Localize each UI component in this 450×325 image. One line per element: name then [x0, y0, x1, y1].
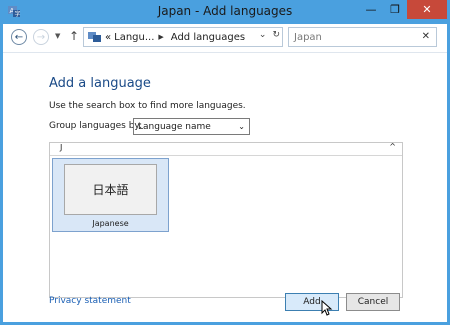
window: A 字 Japan - Add languages — ❐ ✕ ← → ▼ ↑ …: [0, 0, 450, 325]
minimize-button[interactable]: —: [359, 0, 383, 19]
privacy-statement-link[interactable]: Privacy statement: [49, 296, 131, 306]
page-title: Add a language: [49, 76, 151, 91]
title-bar[interactable]: A 字 Japan - Add languages — ❐ ✕: [0, 0, 450, 24]
recent-pages-chevron-icon[interactable]: ▼: [55, 32, 60, 40]
address-dropdown-icon[interactable]: ⌄: [259, 30, 267, 40]
refresh-icon[interactable]: ↻: [272, 30, 280, 40]
up-button[interactable]: ↑: [69, 29, 79, 43]
navigation-bar: ← → ▼ ↑ « Langu... ▶ Add languages ⌄ ↻ J…: [3, 24, 447, 53]
language-native-name: 日本語: [64, 164, 157, 215]
cancel-button[interactable]: Cancel: [346, 293, 400, 311]
page-description: Use the search box to find more language…: [49, 101, 246, 111]
address-bar[interactable]: « Langu... ▶ Add languages ⌄ ↻: [83, 27, 283, 47]
group-by-select[interactable]: Language name ⌄: [133, 118, 250, 135]
language-tile-japanese[interactable]: 日本語 Japanese: [52, 158, 169, 232]
language-name: Japanese: [92, 219, 129, 228]
back-button[interactable]: ←: [11, 29, 27, 45]
group-letter: J: [60, 143, 63, 152]
client-area: ← → ▼ ↑ « Langu... ▶ Add languages ⌄ ↻ J…: [3, 24, 447, 322]
mouse-cursor-icon: [321, 300, 333, 316]
clear-search-icon[interactable]: ✕: [422, 31, 430, 42]
language-list[interactable]: J ^ 日本語 Japanese: [49, 142, 403, 298]
breadcrumb-separator-icon: ▶: [158, 33, 164, 41]
search-input[interactable]: Japan: [294, 32, 322, 43]
close-button[interactable]: ✕: [407, 0, 447, 19]
group-header[interactable]: J ^: [50, 142, 402, 156]
breadcrumb-add-languages[interactable]: Add languages: [171, 32, 245, 43]
forward-button[interactable]: →: [33, 29, 49, 45]
language-folder-icon: [88, 32, 101, 42]
collapse-group-icon[interactable]: ^: [389, 142, 396, 151]
maximize-button[interactable]: ❐: [383, 0, 407, 19]
group-by-label: Group languages by:: [49, 121, 143, 131]
group-by-value: Language name: [138, 121, 211, 132]
search-box[interactable]: Japan ✕: [288, 27, 437, 47]
breadcrumb-languages[interactable]: Langu...: [114, 32, 154, 43]
chevron-down-icon: ⌄: [238, 122, 245, 131]
breadcrumb-prefix[interactable]: «: [105, 32, 111, 43]
